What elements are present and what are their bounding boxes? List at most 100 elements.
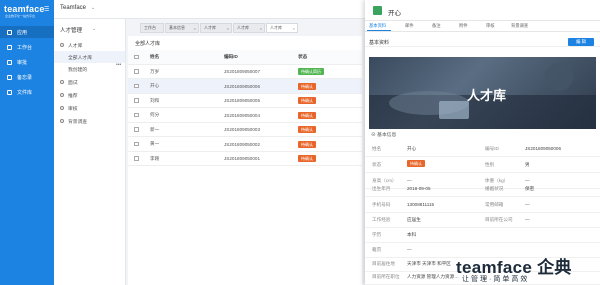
tab-review[interactable]: 审核 [486, 23, 495, 29]
table-row[interactable]: 开心 JS201809050006 待确认 [128, 79, 362, 94]
row-id: JS201809050006 [224, 83, 261, 89]
sidebar-item-recommend[interactable]: 推荐 [54, 89, 125, 101]
tab-background-check[interactable]: 背景调查 [511, 23, 528, 29]
banner-text: 人才库 [467, 88, 507, 103]
field-value: 人力资源 管理人力资源… [407, 274, 459, 279]
field-label: 目前所在职位 [372, 274, 400, 279]
status-badge: 待确认 [298, 111, 316, 119]
column-header[interactable]: 状态 [298, 50, 307, 64]
record-icon [373, 6, 382, 15]
field-label: 目前居住地 [372, 261, 395, 266]
row-checkbox[interactable] [134, 69, 139, 74]
tab-basic-profile[interactable]: 基本资料 [369, 23, 386, 29]
watermark-slogan: 让管理·简单高效 [462, 276, 530, 283]
row-name: 新一 [150, 126, 160, 132]
status-badge: 待确认 [298, 140, 316, 148]
close-icon[interactable]: × [260, 26, 262, 31]
page-tabs: 工作台 基本信息 × 人才库 × 人才库 × 人才库 × [126, 23, 362, 33]
sidebar-item-label: 审核 [68, 106, 78, 112]
column-header[interactable]: 姓名 [150, 50, 159, 64]
basic-info-label[interactable]: ⊖ 基本信息 [371, 131, 396, 138]
banner-image: 人才库 [369, 57, 596, 129]
sidebar-item-label: 我创建的 [68, 67, 88, 73]
tab-talent-active[interactable]: 人才库 × [266, 23, 298, 33]
field-value: 应届生 [407, 217, 421, 222]
workbench-icon [7, 44, 12, 50]
status-badge: 待确认简历 [298, 68, 324, 75]
tab-attachments[interactable]: 附件 [459, 23, 468, 29]
row-name: 何分 [150, 112, 160, 117]
field-value: 本科 [407, 232, 417, 237]
tab-label: 人才库 [237, 25, 249, 30]
review-icon [60, 106, 64, 110]
recommend-icon [60, 93, 64, 97]
table-row[interactable]: 刘和 JS201809050005 待确认 [128, 94, 362, 108]
field-label: 姓名 [372, 146, 382, 151]
table-row[interactable]: 黄一 JS201809050002 待确认 [128, 137, 362, 152]
module-sidebar: 人才管理 ⌄ ••• 人才库 全部人才库 我创建的 面试 推荐 审核 背景调查 [54, 19, 126, 285]
chevron-down-icon[interactable]: ⌄ [91, 5, 95, 11]
sidebar-item-all-talent[interactable]: 全部人才库 [54, 51, 125, 63]
nav-item-workbench[interactable]: 工作台 [0, 41, 54, 53]
status-badge: 待确认 [407, 160, 425, 167]
nav-item-approval[interactable]: 审批 [0, 56, 54, 68]
sidebar-item-review[interactable]: 审核 [54, 102, 125, 114]
tab-email[interactable]: 邮件 [405, 23, 414, 29]
field-row: 状态 待确认 性别 男 [365, 157, 600, 173]
close-icon[interactable]: × [194, 26, 196, 31]
row-name: 李刚 [150, 155, 160, 161]
sidebar-item-label: 背景调查 [68, 119, 88, 125]
field-label: 婚姻状况 [485, 186, 504, 191]
sidebar-item-label: 人才库 [68, 43, 83, 49]
row-name: 万岁 [150, 68, 160, 74]
field-row: 姓名 开心 编号ID JS201809050006 [365, 141, 600, 157]
row-id: JS201809050002 [224, 141, 261, 147]
column-header[interactable]: 编码ID [224, 50, 238, 64]
field-value: 天津市 天津市 和平区 [407, 261, 451, 266]
close-icon[interactable]: × [293, 26, 295, 31]
background-check-icon [60, 119, 64, 123]
table-row[interactable]: 新一 JS201809050003 待确认 [128, 123, 362, 137]
tab-talent-1[interactable]: 人才库 × [200, 23, 232, 33]
row-id: JS201809050003 [224, 127, 261, 132]
field-row: 工作经验 应届生 目前所在公司 — [365, 212, 600, 228]
tab-talent-2[interactable]: 人才库 × [233, 23, 265, 33]
tab-workbench[interactable]: 工作台 [140, 23, 164, 33]
tab-label: 工作台 [144, 25, 156, 30]
table-row[interactable]: 万岁 JS201809050007 待确认简历 [128, 65, 362, 79]
row-checkbox[interactable] [134, 98, 139, 103]
active-tab-indicator [367, 30, 391, 32]
talent-list: 全部人才库 姓名 编码ID 状态 万岁 JS201809050007 待确认简历… [128, 36, 362, 285]
table-row[interactable]: 李刚 JS201809050001 待确认 [128, 152, 362, 166]
sidebar-item-talent-pool[interactable]: 人才库 [54, 39, 125, 51]
select-all-checkbox[interactable] [134, 54, 139, 60]
edit-button[interactable]: 编 辑 [568, 38, 594, 46]
detail-header: 开心 [365, 0, 600, 21]
sidebar-item-label: 推荐 [68, 93, 78, 99]
close-icon[interactable]: × [227, 26, 229, 31]
row-checkbox[interactable] [134, 127, 139, 132]
field-row: 学历 本科 [365, 227, 600, 243]
nav-item-files[interactable]: 文件库 [0, 86, 54, 98]
row-checkbox[interactable] [134, 156, 139, 161]
tab-label: 人才库 [270, 25, 282, 30]
tab-basic-info[interactable]: 基本信息 × [165, 23, 199, 33]
company-switcher[interactable]: Teamface [60, 5, 86, 11]
sidebar-item-created-by-me[interactable]: 我创建的 [54, 63, 125, 75]
chevron-down-icon[interactable]: ⌄ [92, 26, 96, 32]
sidebar-item-background-check[interactable]: 背景调查 [54, 115, 125, 127]
row-checkbox[interactable] [134, 83, 139, 89]
collapse-nav-icon[interactable]: ☰ [44, 6, 49, 13]
row-name: 开心 [150, 83, 160, 88]
tab-notes[interactable]: 备注 [432, 23, 441, 29]
detail-panel: 开心 基本资料 邮件 备注 附件 审核 背景调查 基本资料 编 辑 人才库 ⊖ … [365, 0, 600, 285]
sidebar-item-interview[interactable]: 面试 [54, 76, 125, 88]
nav-item-memo[interactable]: 备忘录 [0, 71, 54, 83]
field-row: 手机号码 13008811115 常用邮箱 — [365, 197, 600, 213]
field-label: 性别 [485, 162, 495, 167]
table-row[interactable]: 何分 JS201809050004 待确认 [128, 108, 362, 123]
nav-item-apps[interactable]: 应用 [0, 26, 54, 38]
table-header: 姓名 编码ID 状态 [128, 50, 362, 65]
row-checkbox[interactable] [134, 112, 139, 118]
row-checkbox[interactable] [134, 141, 139, 147]
